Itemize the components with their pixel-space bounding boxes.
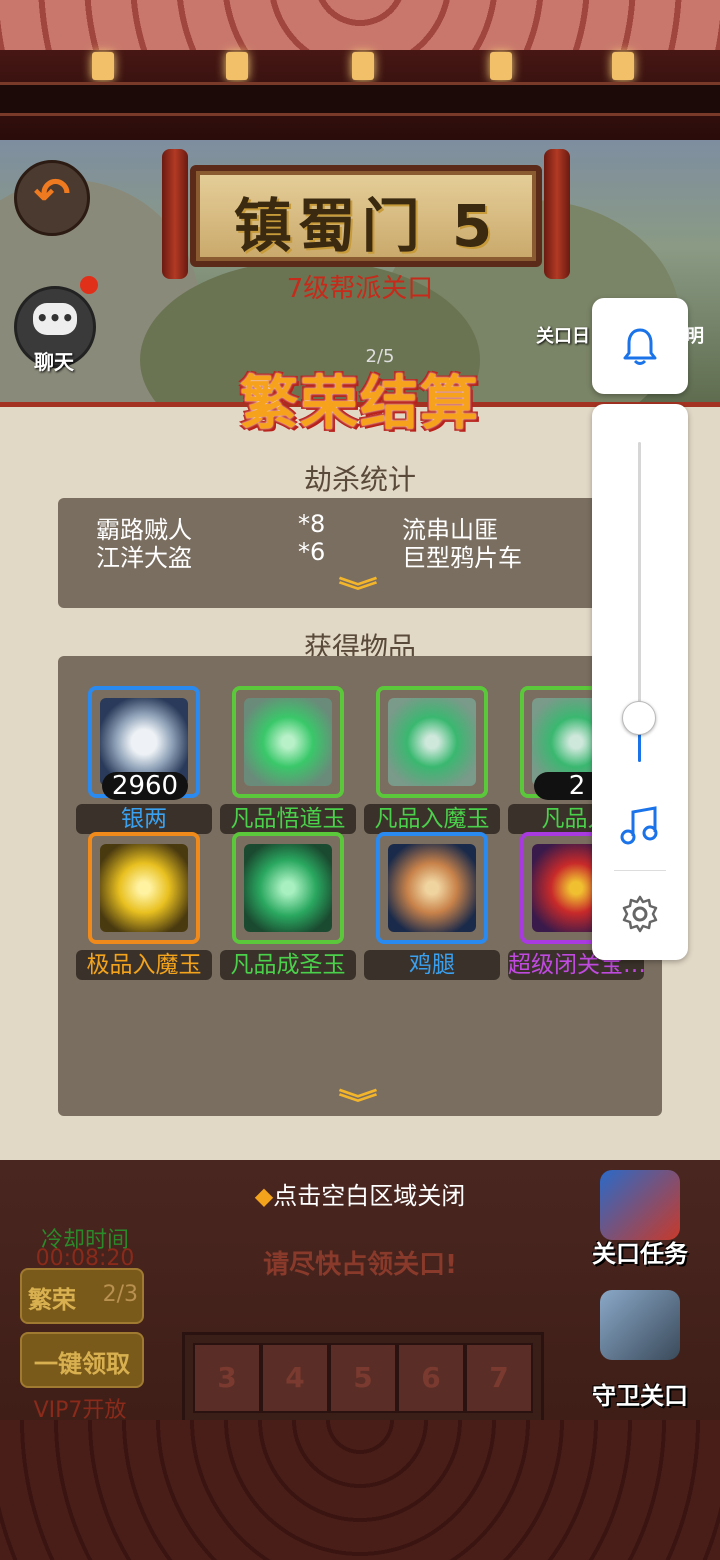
expand-chevron-icon[interactable]: ︾ xyxy=(338,1082,377,1122)
sidebar-ming-label: 明 xyxy=(686,326,704,347)
banner-title: 镇蜀门 5 xyxy=(233,192,499,260)
claim-all-label: 一键领取 xyxy=(34,1350,130,1378)
item-name: 银两 xyxy=(76,804,212,834)
occupy-hint: 请尽快占领关口! xyxy=(263,1250,457,1280)
guard-gate-button[interactable]: 守卫关口 xyxy=(580,1290,700,1410)
item-name: 鸡腿 xyxy=(364,950,500,980)
banner-subtitle: 7级帮派关口 xyxy=(286,274,434,304)
kill-count: *6 xyxy=(298,538,326,566)
item-slot[interactable] xyxy=(232,686,344,798)
item-slot[interactable] xyxy=(376,832,488,944)
stage-button[interactable]: 7 xyxy=(465,1343,533,1413)
stage-button[interactable]: 6 xyxy=(397,1343,465,1413)
guard-gate-label: 守卫关口 xyxy=(592,1382,688,1410)
stage-selector: 3 4 5 6 7 xyxy=(182,1332,544,1424)
ringer-mode-button[interactable] xyxy=(592,298,688,394)
prosperity-button[interactable]: 繁荣 2/3 xyxy=(20,1268,144,1324)
item-slot[interactable] xyxy=(88,832,200,944)
roof-decoration xyxy=(0,0,720,140)
back-button[interactable]: ↶ xyxy=(14,160,90,236)
expand-chevron-icon[interactable]: ︾ xyxy=(338,570,377,610)
prosperity-count: 2/3 xyxy=(102,1282,138,1307)
item-name: 凡品悟道玉 xyxy=(220,804,356,834)
green-crescent-jade-icon xyxy=(388,698,476,786)
diamond-icon: ◆ xyxy=(254,1182,274,1210)
gate-task-button[interactable]: 关口任务 xyxy=(580,1170,700,1270)
prosperity-label: 繁荣 xyxy=(28,1286,76,1314)
claim-all-button[interactable]: 一键领取 xyxy=(20,1332,144,1388)
volume-slider-knob[interactable] xyxy=(622,701,656,736)
kill-stats-box: 霸路贼人 *8 流串山匪 江洋大盗 *6 巨型鸦片车 ︾ xyxy=(58,498,662,608)
item-slot[interactable] xyxy=(232,832,344,944)
item-name: 凡品成圣玉 xyxy=(220,950,356,980)
item-slot[interactable] xyxy=(376,686,488,798)
sword-knight-icon xyxy=(600,1290,680,1360)
chicken-leg-icon xyxy=(388,844,476,932)
bell-icon xyxy=(623,328,657,365)
item-name: 凡品入魔玉 xyxy=(364,804,500,834)
floor-decoration xyxy=(0,1420,720,1560)
kill-count: *8 xyxy=(298,510,326,538)
stage-button[interactable]: 4 xyxy=(261,1343,329,1413)
level-banner: 镇蜀门 5 xyxy=(162,149,570,279)
close-hint-text: 点击空白区域关闭 xyxy=(273,1182,466,1210)
green-swirl-jade-icon xyxy=(244,844,332,932)
gear-icon[interactable] xyxy=(620,894,660,934)
task-scroll-icon xyxy=(600,1170,680,1240)
item-name: 极品入魔玉 xyxy=(76,950,212,980)
green-crystal-jade-icon xyxy=(244,698,332,786)
gate-task-label: 关口任务 xyxy=(592,1240,688,1268)
items-box: 2960 银两 凡品悟道玉 凡品入魔玉 2 凡品入 极品入魔玉 凡品成圣玉 鸡腿 超级闭关宝… ︾ xyxy=(58,656,662,1120)
gold-crescent-jade-icon xyxy=(100,844,188,932)
stage-button[interactable]: 3 xyxy=(193,1343,261,1413)
back-arrow-icon: ↶ xyxy=(33,169,71,220)
stage-button[interactable]: 5 xyxy=(329,1343,397,1413)
item-count: 2960 xyxy=(102,772,188,800)
music-note-icon[interactable] xyxy=(620,804,660,846)
notification-dot xyxy=(80,276,98,294)
item-slot[interactable]: 2960 xyxy=(88,686,200,800)
kill-name: 江洋大盗 xyxy=(96,544,192,572)
kill-name: 巨型鸦片车 xyxy=(402,544,522,572)
volume-panel xyxy=(592,404,688,960)
